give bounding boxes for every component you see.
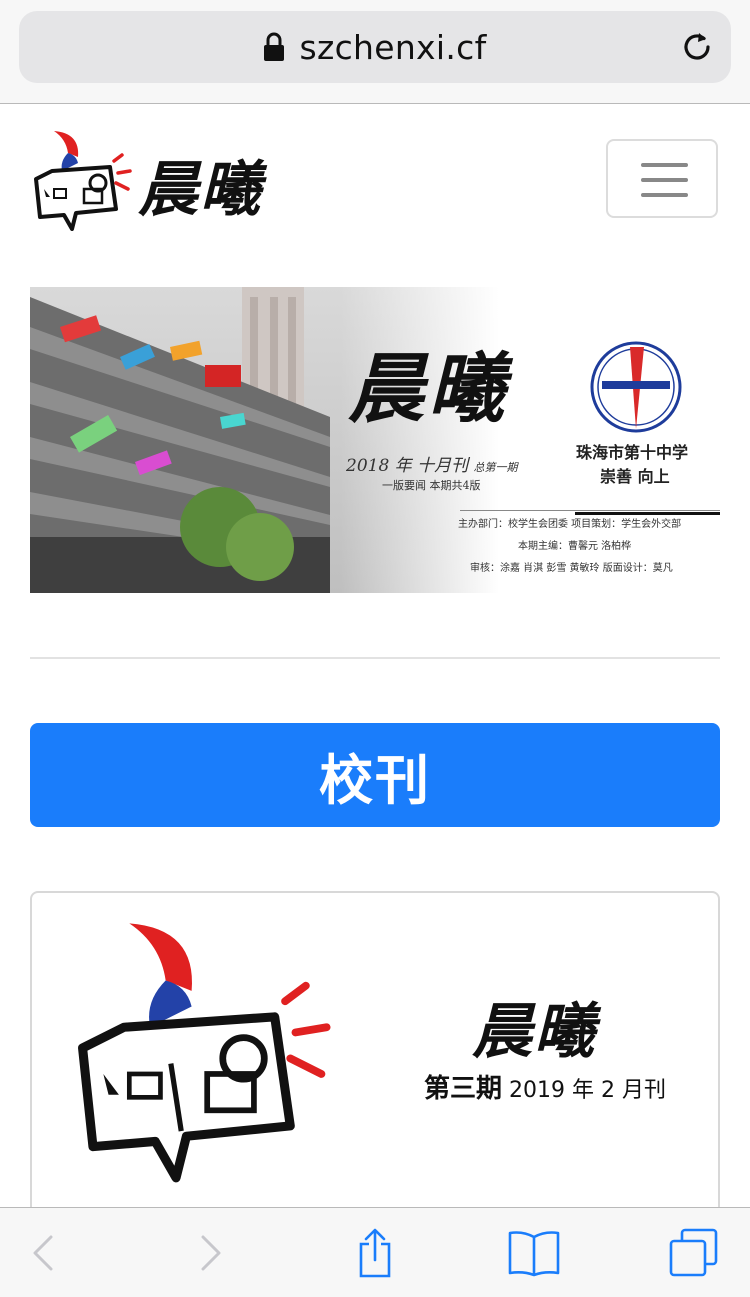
- forward-arrow-icon[interactable]: [188, 1208, 234, 1297]
- section-divider: [30, 657, 720, 659]
- menu-toggle-button[interactable]: [606, 139, 718, 218]
- back-arrow-icon[interactable]: [20, 1208, 66, 1297]
- address-bar[interactable]: szchenxi.cf: [19, 11, 731, 83]
- banner-credits-1: 主办部门：校学生会团委 项目策划：学生会外交部: [458, 519, 682, 530]
- banner-issue-line: 2018 年 十月刊 总第一期: [346, 456, 518, 476]
- bookmarks-icon[interactable]: [506, 1208, 562, 1297]
- tabs-icon[interactable]: [666, 1208, 722, 1297]
- site-navbar: 晨曦: [0, 105, 750, 255]
- school-magazine-button[interactable]: 校刊: [30, 723, 720, 827]
- url-text: szchenxi.cf: [299, 27, 487, 67]
- banner-title: 晨曦: [348, 344, 508, 433]
- banner-issue-sub: 一版要闻 本期共4版: [382, 479, 481, 492]
- card-issue-info: 第三期 2019 年 2 月刊: [424, 1068, 666, 1105]
- browser-top-bar: szchenxi.cf: [0, 0, 750, 104]
- school-name: 珠海市第十中学: [576, 443, 689, 462]
- share-icon[interactable]: [350, 1208, 400, 1297]
- browser-bottom-toolbar: [0, 1207, 750, 1297]
- banner-credits-3: 审核：涂嘉 肖淇 彭雪 黄敏玲 版面设计：莫凡: [470, 563, 673, 574]
- issue-card[interactable]: 晨曦 第三期 2019 年 2 月刊: [30, 891, 720, 1207]
- lock-icon: [263, 32, 285, 62]
- hamburger-menu-icon: [641, 163, 688, 167]
- brand-title[interactable]: 晨曦: [138, 141, 262, 228]
- school-motto: 崇善 向上: [600, 467, 670, 486]
- banner-credits-2: 本期主编：曹馨元 洛柏桦: [518, 541, 632, 552]
- brand-logo[interactable]: [32, 127, 132, 231]
- card-issue-number: 第三期: [424, 1074, 503, 1104]
- reload-icon[interactable]: [679, 29, 715, 65]
- card-issue-date: 2019 年 2 月刊: [509, 1078, 666, 1103]
- card-logo: [72, 913, 332, 1183]
- page-content: 晨曦 晨曦 2018 年 十月刊 总第一期 一版要闻 本期共4版 珠海市第十中学…: [0, 105, 750, 1207]
- issue-banner[interactable]: 晨曦 2018 年 十月刊 总第一期 一版要闻 本期共4版 珠海市第十中学 崇善…: [30, 287, 720, 593]
- card-title: 晨曦: [472, 997, 596, 1067]
